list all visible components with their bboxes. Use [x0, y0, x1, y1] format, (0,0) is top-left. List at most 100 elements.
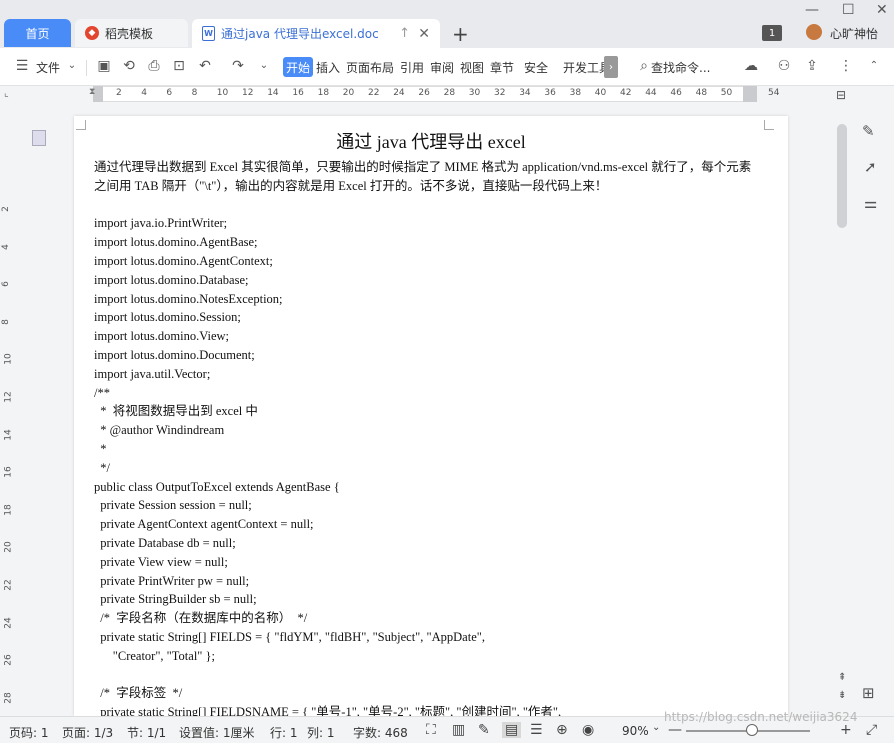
tab-security[interactable]: 安全 [524, 59, 548, 76]
pin-icon[interactable]: ↑ [399, 26, 410, 41]
page-view-icon[interactable]: ▤ [502, 722, 522, 738]
collapse-ribbon-icon[interactable]: ⌃ [866, 58, 882, 74]
ruler-number: 38 [569, 88, 582, 98]
code-line: import lotus.domino.Session; [94, 310, 241, 325]
apps-grid-icon[interactable]: ⊞ [862, 684, 875, 702]
command-search[interactable]: 查找命令... [651, 59, 710, 76]
document-page[interactable]: 通过 java 代理导出 excel 通过代理导出数据到 Excel 其实很简单… [74, 116, 788, 716]
code-line: import java.util.Vector; [94, 366, 211, 381]
close-tab-icon[interactable]: ✕ [418, 26, 430, 42]
ruler-number: 22 [368, 88, 380, 98]
status-section[interactable]: 节: 1/1 [127, 724, 166, 741]
code-line: /* 字段标签 */ [94, 686, 183, 701]
tab-view[interactable]: 视图 [460, 59, 484, 76]
zoom-dropdown-icon[interactable]: ⌄ [652, 722, 660, 733]
code-line: private View view = null; [94, 554, 228, 569]
vertical-ruler-number: 24 [3, 616, 14, 629]
select-cursor-icon[interactable]: ➚ [864, 158, 877, 176]
code-line: * @author Windindream [94, 423, 225, 438]
minimize-icon[interactable]: — [805, 2, 819, 18]
print-icon[interactable]: ⎙ [146, 58, 162, 74]
code-line: private Session session = null; [94, 498, 252, 513]
format-painter-icon[interactable]: ⟲ [121, 58, 137, 74]
ruler-number: 40 [594, 88, 607, 98]
chevron-down-icon[interactable]: ⌄ [64, 58, 80, 74]
ruler-number: 6 [166, 88, 173, 98]
tab-review[interactable]: 审阅 [430, 59, 454, 76]
more-options-icon[interactable]: ⋮ [838, 58, 854, 74]
document-map-icon[interactable] [32, 130, 46, 146]
new-tab-icon[interactable]: + [452, 22, 469, 46]
zoom-slider-knob[interactable] [746, 724, 758, 736]
fit-window-icon[interactable]: ⤢ [866, 722, 877, 738]
tab-reference[interactable]: 引用 [400, 59, 424, 76]
zoom-out-icon[interactable]: — [668, 722, 682, 738]
document-body: 通过代理导出数据到 Excel 其实很简单，只要输出的时候指定了 MIME 格式… [94, 158, 766, 716]
vertical-ruler-number: 8 [0, 318, 11, 325]
notification-badge[interactable]: 1 [762, 25, 782, 41]
ruler-number: 36 [544, 88, 556, 98]
indent-marker-icon[interactable]: ⧗ [89, 87, 95, 97]
search-icon: ⌕ [640, 58, 648, 74]
print-preview-icon[interactable]: ⊡ [171, 58, 187, 74]
read-mode-icon[interactable]: ▥ [452, 722, 465, 738]
cloud-sync-icon[interactable]: ☁ [743, 58, 759, 74]
vertical-ruler-number: 4 [0, 243, 11, 250]
tab-document[interactable]: W 通过java 代理导出excel.doc ↑ ✕ [192, 19, 440, 48]
zoom-in-icon[interactable]: + [840, 722, 852, 738]
status-setting-value[interactable]: 设置值: 1厘米 [179, 724, 255, 741]
page-down-icon[interactable]: ⇟ [838, 690, 846, 701]
ruler-number: 54 [768, 88, 780, 98]
eye-protection-icon[interactable]: ◉ [582, 722, 594, 738]
tab-template[interactable]: ◆ 稻壳模板 [75, 19, 188, 47]
edit-pen-icon[interactable]: ✎ [862, 122, 875, 140]
vertical-ruler-number: 18 [3, 504, 14, 516]
tab-chapter[interactable]: 章节 [490, 59, 514, 76]
zoom-level[interactable]: 90% [622, 724, 649, 738]
tab-stop-icon[interactable]: ⌞ [4, 88, 9, 99]
page-up-icon[interactable]: ⇞ [838, 672, 846, 683]
code-line: private AgentContext agentContext = null… [94, 517, 314, 532]
intro-line-1: 通过代理导出数据到 Excel 其实很简单，只要输出的时候指定了 MIME 格式… [94, 160, 752, 174]
close-window-icon[interactable]: ✕ [876, 2, 888, 18]
avatar[interactable] [806, 24, 822, 40]
more-tabs-button[interactable]: › [604, 56, 618, 78]
username[interactable]: 心旷神怡 [830, 25, 878, 42]
status-row[interactable]: 行: 1 [270, 724, 298, 741]
tab-start[interactable]: 开始 [283, 57, 313, 77]
vertical-ruler-number: 6 [0, 281, 11, 288]
share-icon[interactable]: ⇪ [804, 58, 820, 74]
status-word-count[interactable]: 字数: 468 [353, 724, 408, 741]
redo-icon[interactable]: ↷ [230, 58, 246, 74]
share-user-icon[interactable]: ⚇ [776, 58, 792, 74]
status-page-number[interactable]: 页码: 1 [9, 724, 49, 741]
more-dropdown-icon[interactable]: ⌄ [256, 58, 272, 74]
tab-home-label: 首页 [25, 26, 50, 41]
ruler-number: 48 [695, 88, 708, 98]
fullscreen-icon[interactable]: ⛶ [426, 722, 436, 738]
web-view-icon[interactable]: ⊕ [556, 722, 568, 738]
tab-page-layout[interactable]: 页面布局 [346, 59, 394, 76]
ruler-number: 12 [242, 88, 254, 98]
file-menu[interactable]: 文件 [36, 59, 60, 76]
scroll-top-icon[interactable]: ⊟ [836, 88, 846, 102]
code-line: import lotus.domino.View; [94, 329, 230, 344]
ruler-number: 50 [720, 88, 733, 98]
menu-icon[interactable]: ☰ [14, 58, 30, 74]
outline-view-icon[interactable]: ☰ [530, 722, 543, 738]
save-icon[interactable]: ▣ [96, 58, 112, 74]
vertical-ruler: 24681012141618202224262830 [0, 116, 16, 741]
status-page-count[interactable]: 页面: 1/3 [62, 724, 113, 741]
tab-home[interactable]: 首页 [4, 19, 71, 47]
settings-slider-icon[interactable]: ⚌ [864, 194, 877, 212]
tab-insert[interactable]: 插入 [316, 59, 340, 76]
maximize-icon[interactable]: ☐ [842, 2, 855, 18]
ruler-number: 42 [620, 88, 632, 98]
status-column[interactable]: 列: 1 [307, 724, 335, 741]
undo-icon[interactable]: ↶ [197, 58, 213, 74]
toolbar-divider [86, 60, 87, 76]
scroll-thumb[interactable] [837, 124, 847, 228]
vertical-ruler-number: 22 [3, 579, 14, 591]
write-mode-icon[interactable]: ✎ [478, 722, 490, 738]
